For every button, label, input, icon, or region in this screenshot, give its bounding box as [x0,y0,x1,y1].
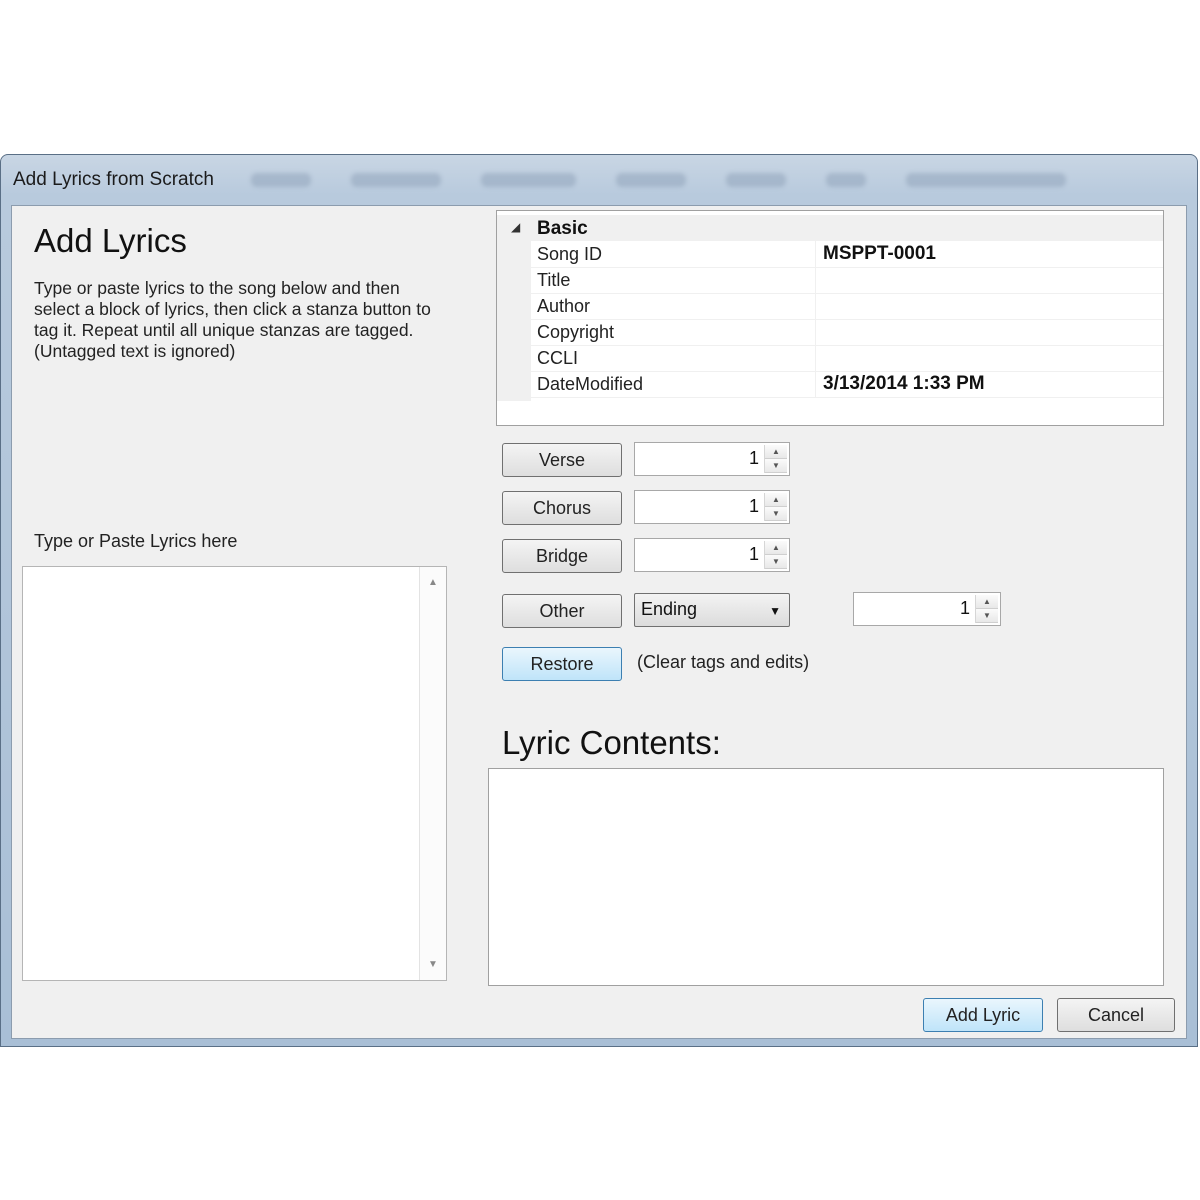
restore-button[interactable]: Restore [502,647,622,681]
title-bar[interactable]: Add Lyrics from Scratch [1,155,1197,205]
property-row-date-modified[interactable]: DateModified 3/13/2014 1:33 PM [531,371,1163,398]
add-lyric-button[interactable]: Add Lyric [923,998,1043,1032]
stepper-buttons[interactable]: ▲ ▼ [764,445,787,473]
lyric-contents-box[interactable] [488,768,1164,986]
lyrics-textarea[interactable]: ▲ ▼ [22,566,447,981]
other-number-stepper[interactable]: 1 ▲ ▼ [853,592,1001,626]
cancel-button[interactable]: Cancel [1057,998,1175,1032]
verse-button[interactable]: Verse [502,443,622,477]
chorus-button[interactable]: Chorus [502,491,622,525]
property-value[interactable]: MSPPT-0001 [823,243,936,265]
property-row-ccli[interactable]: CCLI [531,345,1163,372]
bridge-number-value: 1 [748,544,759,564]
stepper-down-icon[interactable]: ▼ [976,609,998,623]
verse-number-stepper[interactable]: 1 ▲ ▼ [634,442,790,476]
stepper-up-icon[interactable]: ▲ [765,493,787,507]
property-key: Song ID [537,244,603,264]
stepper-up-icon[interactable]: ▲ [765,541,787,555]
collapse-triangle-icon[interactable]: ◢ [511,220,520,234]
property-gutter [497,241,531,401]
property-category-basic[interactable]: ◢ Basic [497,215,1163,241]
verse-number-value: 1 [748,448,759,468]
other-number-value: 1 [959,598,970,618]
stepper-down-icon[interactable]: ▼ [765,507,787,521]
other-button[interactable]: Other [502,594,622,628]
stepper-buttons[interactable]: ▲ ▼ [975,595,998,623]
property-key: DateModified [537,374,644,394]
property-key: Copyright [537,322,615,342]
chorus-number-value: 1 [748,496,759,516]
property-row-author[interactable]: Author [531,293,1163,320]
property-row-title[interactable]: Title [531,267,1163,294]
scroll-down-icon[interactable]: ▼ [420,959,446,970]
lyric-contents-title: Lyric Contents: [502,724,721,761]
other-type-dropdown[interactable]: Ending ▼ [634,593,790,627]
add-lyrics-heading: Add Lyrics [34,222,187,259]
stepper-up-icon[interactable]: ▲ [765,445,787,459]
bridge-number-stepper[interactable]: 1 ▲ ▼ [634,538,790,572]
lyrics-scrollbar[interactable]: ▲ ▼ [419,567,446,980]
stepper-down-icon[interactable]: ▼ [765,555,787,569]
paste-lyrics-label: Type or Paste Lyrics here [34,531,238,551]
stepper-buttons[interactable]: ▲ ▼ [764,541,787,569]
chorus-number-stepper[interactable]: 1 ▲ ▼ [634,490,790,524]
scroll-up-icon[interactable]: ▲ [420,577,446,588]
instructions-text: Type or paste lyrics to the song below a… [34,278,431,361]
background-blur [251,173,1066,187]
property-row-copyright[interactable]: Copyright [531,319,1163,346]
stepper-buttons[interactable]: ▲ ▼ [764,493,787,521]
add-lyrics-window: Add Lyrics from Scratch Add Lyrics Type … [0,154,1198,1047]
property-row-song-id[interactable]: Song ID MSPPT-0001 [531,241,1163,268]
bridge-button[interactable]: Bridge [502,539,622,573]
property-key: CCLI [537,348,579,368]
stepper-down-icon[interactable]: ▼ [765,459,787,473]
dropdown-arrow-icon[interactable]: ▼ [769,604,781,618]
restore-note: (Clear tags and edits) [637,652,810,672]
stepper-up-icon[interactable]: ▲ [976,595,998,609]
other-type-value: Ending [641,599,698,619]
dialog-body: Add Lyrics Type or paste lyrics to the s… [11,205,1187,1039]
property-value[interactable]: 3/13/2014 1:33 PM [823,373,985,395]
property-grid[interactable]: ◢ Basic Song ID MSPPT-0001 Title Author … [496,210,1164,426]
property-key: Author [537,296,591,316]
category-label: Basic [537,218,588,239]
window-title: Add Lyrics from Scratch [13,169,214,190]
property-key: Title [537,270,571,290]
